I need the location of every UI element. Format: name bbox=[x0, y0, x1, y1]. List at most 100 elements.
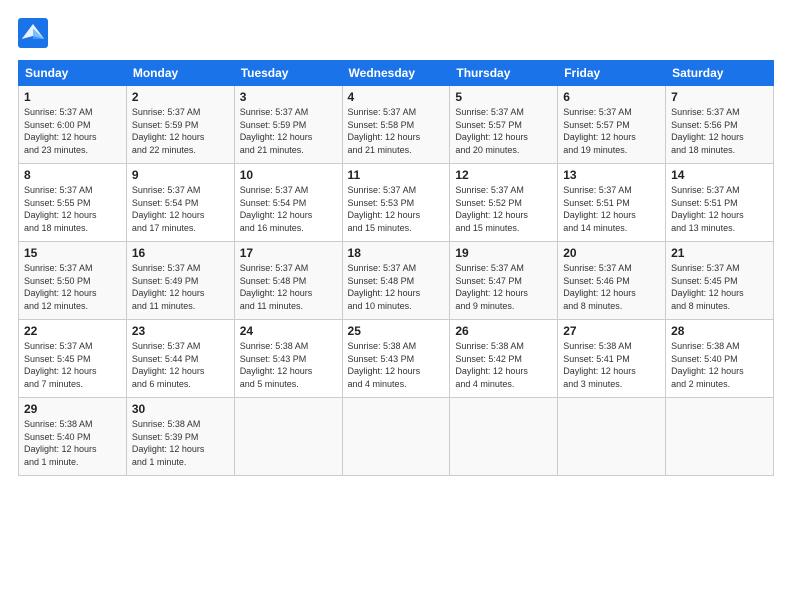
day-info: Sunrise: 5:37 AM Sunset: 5:44 PM Dayligh… bbox=[132, 340, 229, 390]
day-number: 7 bbox=[671, 90, 768, 104]
week-row: 15 Sunrise: 5:37 AM Sunset: 5:50 PM Dayli… bbox=[19, 242, 774, 320]
header-row: SundayMondayTuesdayWednesdayThursdayFrid… bbox=[19, 61, 774, 86]
day-cell: 1 Sunrise: 5:37 AM Sunset: 6:00 PM Daylig… bbox=[19, 86, 127, 164]
col-header-wednesday: Wednesday bbox=[342, 61, 450, 86]
day-info: Sunrise: 5:38 AM Sunset: 5:40 PM Dayligh… bbox=[671, 340, 768, 390]
day-cell: 27 Sunrise: 5:38 AM Sunset: 5:41 PM Dayli… bbox=[558, 320, 666, 398]
day-cell: 8 Sunrise: 5:37 AM Sunset: 5:55 PM Daylig… bbox=[19, 164, 127, 242]
day-info: Sunrise: 5:38 AM Sunset: 5:41 PM Dayligh… bbox=[563, 340, 660, 390]
day-number: 24 bbox=[240, 324, 337, 338]
day-cell: 18 Sunrise: 5:37 AM Sunset: 5:48 PM Dayli… bbox=[342, 242, 450, 320]
page: SundayMondayTuesdayWednesdayThursdayFrid… bbox=[0, 0, 792, 486]
day-number: 16 bbox=[132, 246, 229, 260]
day-cell: 5 Sunrise: 5:37 AM Sunset: 5:57 PM Daylig… bbox=[450, 86, 558, 164]
week-row: 8 Sunrise: 5:37 AM Sunset: 5:55 PM Daylig… bbox=[19, 164, 774, 242]
week-row: 29 Sunrise: 5:38 AM Sunset: 5:40 PM Dayli… bbox=[19, 398, 774, 476]
day-info: Sunrise: 5:37 AM Sunset: 5:49 PM Dayligh… bbox=[132, 262, 229, 312]
day-number: 13 bbox=[563, 168, 660, 182]
day-cell: 10Sunrise: 5:37 AM Sunset: 5:54 PM Dayli… bbox=[234, 164, 342, 242]
col-header-monday: Monday bbox=[126, 61, 234, 86]
day-cell: 9 Sunrise: 5:37 AM Sunset: 5:54 PM Daylig… bbox=[126, 164, 234, 242]
day-cell bbox=[558, 398, 666, 476]
day-cell: 19 Sunrise: 5:37 AM Sunset: 5:47 PM Dayli… bbox=[450, 242, 558, 320]
day-info: Sunrise: 5:37 AM Sunset: 5:54 PM Dayligh… bbox=[240, 184, 337, 234]
day-number: 3 bbox=[240, 90, 337, 104]
day-info: Sunrise: 5:38 AM Sunset: 5:42 PM Dayligh… bbox=[455, 340, 552, 390]
day-cell: 11 Sunrise: 5:37 AM Sunset: 5:53 PM Dayli… bbox=[342, 164, 450, 242]
day-info: Sunrise: 5:37 AM Sunset: 5:52 PM Dayligh… bbox=[455, 184, 552, 234]
col-header-sunday: Sunday bbox=[19, 61, 127, 86]
day-info: Sunrise: 5:37 AM Sunset: 5:55 PM Dayligh… bbox=[24, 184, 121, 234]
day-number: 21 bbox=[671, 246, 768, 260]
day-cell: 6 Sunrise: 5:37 AM Sunset: 5:57 PM Daylig… bbox=[558, 86, 666, 164]
col-header-tuesday: Tuesday bbox=[234, 61, 342, 86]
day-info: Sunrise: 5:37 AM Sunset: 5:56 PM Dayligh… bbox=[671, 106, 768, 156]
day-number: 12 bbox=[455, 168, 552, 182]
day-info: Sunrise: 5:37 AM Sunset: 5:59 PM Dayligh… bbox=[240, 106, 337, 156]
day-info: Sunrise: 5:37 AM Sunset: 5:45 PM Dayligh… bbox=[671, 262, 768, 312]
day-cell: 12 Sunrise: 5:37 AM Sunset: 5:52 PM Dayli… bbox=[450, 164, 558, 242]
day-info: Sunrise: 5:37 AM Sunset: 5:46 PM Dayligh… bbox=[563, 262, 660, 312]
day-number: 19 bbox=[455, 246, 552, 260]
day-cell: 25 Sunrise: 5:38 AM Sunset: 5:43 PM Dayli… bbox=[342, 320, 450, 398]
day-cell: 30 Sunrise: 5:38 AM Sunset: 5:39 PM Dayli… bbox=[126, 398, 234, 476]
day-number: 25 bbox=[348, 324, 445, 338]
col-header-thursday: Thursday bbox=[450, 61, 558, 86]
day-cell bbox=[342, 398, 450, 476]
day-info: Sunrise: 5:37 AM Sunset: 5:51 PM Dayligh… bbox=[671, 184, 768, 234]
day-number: 15 bbox=[24, 246, 121, 260]
day-number: 17 bbox=[240, 246, 337, 260]
day-info: Sunrise: 5:37 AM Sunset: 5:50 PM Dayligh… bbox=[24, 262, 121, 312]
day-cell: 24 Sunrise: 5:38 AM Sunset: 5:43 PM Dayli… bbox=[234, 320, 342, 398]
week-row: 1 Sunrise: 5:37 AM Sunset: 6:00 PM Daylig… bbox=[19, 86, 774, 164]
day-number: 8 bbox=[24, 168, 121, 182]
day-number: 11 bbox=[348, 168, 445, 182]
day-info: Sunrise: 5:37 AM Sunset: 5:47 PM Dayligh… bbox=[455, 262, 552, 312]
day-number: 27 bbox=[563, 324, 660, 338]
header bbox=[18, 18, 774, 48]
day-cell bbox=[234, 398, 342, 476]
day-cell: 2 Sunrise: 5:37 AM Sunset: 5:59 PM Daylig… bbox=[126, 86, 234, 164]
day-cell: 21 Sunrise: 5:37 AM Sunset: 5:45 PM Dayli… bbox=[666, 242, 774, 320]
day-cell: 4Sunrise: 5:37 AM Sunset: 5:58 PM Daylig… bbox=[342, 86, 450, 164]
day-number: 22 bbox=[24, 324, 121, 338]
day-info: Sunrise: 5:37 AM Sunset: 5:48 PM Dayligh… bbox=[348, 262, 445, 312]
day-number: 26 bbox=[455, 324, 552, 338]
day-number: 9 bbox=[132, 168, 229, 182]
day-info: Sunrise: 5:38 AM Sunset: 5:40 PM Dayligh… bbox=[24, 418, 121, 468]
day-number: 5 bbox=[455, 90, 552, 104]
day-number: 2 bbox=[132, 90, 229, 104]
day-info: Sunrise: 5:37 AM Sunset: 5:45 PM Dayligh… bbox=[24, 340, 121, 390]
day-info: Sunrise: 5:37 AM Sunset: 5:59 PM Dayligh… bbox=[132, 106, 229, 156]
day-number: 29 bbox=[24, 402, 121, 416]
day-cell: 15 Sunrise: 5:37 AM Sunset: 5:50 PM Dayli… bbox=[19, 242, 127, 320]
day-info: Sunrise: 5:38 AM Sunset: 5:43 PM Dayligh… bbox=[348, 340, 445, 390]
day-cell: 28 Sunrise: 5:38 AM Sunset: 5:40 PM Dayli… bbox=[666, 320, 774, 398]
day-number: 1 bbox=[24, 90, 121, 104]
col-header-saturday: Saturday bbox=[666, 61, 774, 86]
day-info: Sunrise: 5:38 AM Sunset: 5:39 PM Dayligh… bbox=[132, 418, 229, 468]
day-info: Sunrise: 5:37 AM Sunset: 5:48 PM Dayligh… bbox=[240, 262, 337, 312]
day-cell: 13 Sunrise: 5:37 AM Sunset: 5:51 PM Dayli… bbox=[558, 164, 666, 242]
day-cell: 14 Sunrise: 5:37 AM Sunset: 5:51 PM Dayli… bbox=[666, 164, 774, 242]
day-info: Sunrise: 5:37 AM Sunset: 5:57 PM Dayligh… bbox=[563, 106, 660, 156]
day-info: Sunrise: 5:37 AM Sunset: 6:00 PM Dayligh… bbox=[24, 106, 121, 156]
day-number: 6 bbox=[563, 90, 660, 104]
day-cell: 7 Sunrise: 5:37 AM Sunset: 5:56 PM Daylig… bbox=[666, 86, 774, 164]
day-info: Sunrise: 5:37 AM Sunset: 5:58 PM Dayligh… bbox=[348, 106, 445, 156]
day-info: Sunrise: 5:38 AM Sunset: 5:43 PM Dayligh… bbox=[240, 340, 337, 390]
day-info: Sunrise: 5:37 AM Sunset: 5:51 PM Dayligh… bbox=[563, 184, 660, 234]
day-number: 14 bbox=[671, 168, 768, 182]
day-info: Sunrise: 5:37 AM Sunset: 5:53 PM Dayligh… bbox=[348, 184, 445, 234]
day-info: Sunrise: 5:37 AM Sunset: 5:54 PM Dayligh… bbox=[132, 184, 229, 234]
day-cell: 29 Sunrise: 5:38 AM Sunset: 5:40 PM Dayli… bbox=[19, 398, 127, 476]
logo bbox=[18, 18, 52, 48]
day-cell bbox=[450, 398, 558, 476]
day-number: 18 bbox=[348, 246, 445, 260]
day-number: 30 bbox=[132, 402, 229, 416]
day-cell: 20Sunrise: 5:37 AM Sunset: 5:46 PM Dayli… bbox=[558, 242, 666, 320]
day-info: Sunrise: 5:37 AM Sunset: 5:57 PM Dayligh… bbox=[455, 106, 552, 156]
day-number: 28 bbox=[671, 324, 768, 338]
day-number: 23 bbox=[132, 324, 229, 338]
day-cell: 26 Sunrise: 5:38 AM Sunset: 5:42 PM Dayli… bbox=[450, 320, 558, 398]
